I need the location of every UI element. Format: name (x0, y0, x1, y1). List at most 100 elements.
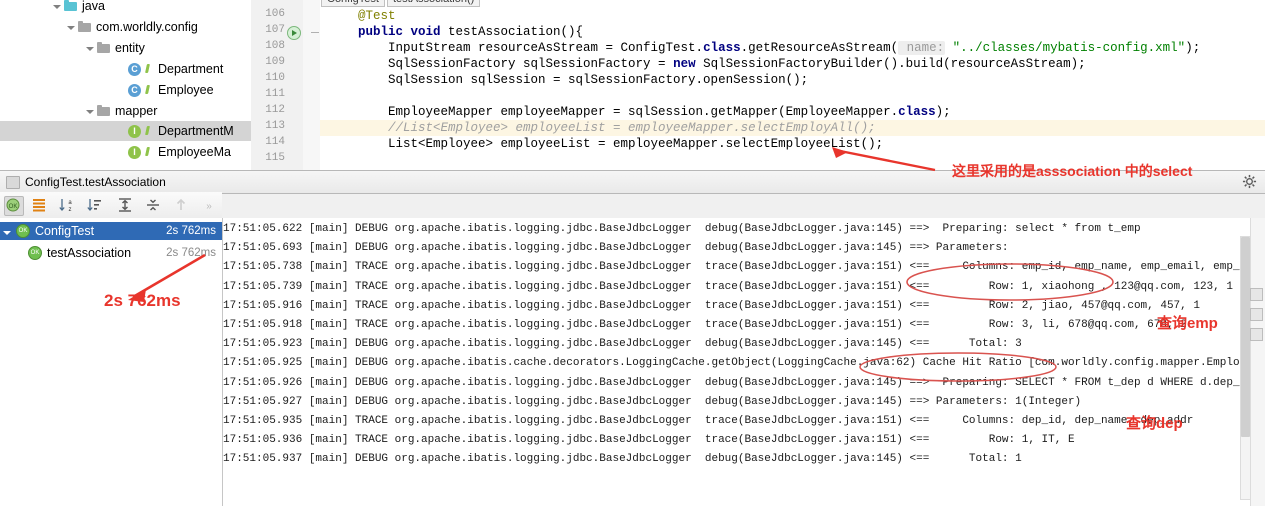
test-passed-icon (28, 246, 42, 260)
test-tree-row-testassociation[interactable]: testAssociation 2s 762ms (0, 244, 222, 262)
console-line: 17:51:05.937 [main] DEBUG org.apache.iba… (223, 453, 1022, 466)
java-class-icon: C (128, 62, 141, 76)
console-line: 17:51:05.916 [main] TRACE org.apache.iba… (223, 299, 1200, 312)
editor-gutter[interactable]: 106 107 108 109 110 111 112 113 114 115 (251, 0, 304, 170)
console-line: 17:51:05.936 [main] TRACE org.apache.iba… (223, 434, 1075, 447)
more-options-icon[interactable]: » (200, 196, 218, 214)
line-number: 115 (265, 152, 285, 164)
chevron-down-icon[interactable] (85, 43, 96, 54)
console-line: 17:51:05.738 [main] TRACE org.apache.iba… (223, 261, 1265, 274)
test-name: testAssociation (47, 246, 132, 260)
console-line: 17:51:05.918 [main] TRACE org.apache.iba… (223, 319, 1187, 331)
tree-node-employee-class[interactable]: C Employee (128, 80, 214, 100)
test-duration: 2s 762ms (166, 247, 216, 259)
line-number: 114 (265, 136, 285, 148)
chevron-down-icon[interactable] (66, 22, 77, 33)
code-line[interactable]: @Test (320, 8, 1265, 24)
console-line: 17:51:05.693 [main] DEBUG org.apache.iba… (223, 242, 1009, 255)
code-line[interactable] (320, 88, 1265, 104)
source-marker-icon (143, 84, 155, 96)
test-duration: 2s 762ms (166, 225, 216, 237)
chevron-down-icon[interactable] (52, 1, 63, 12)
tree-node-label: EmployeeMa (158, 145, 231, 159)
tree-node-java[interactable]: java (52, 0, 105, 16)
tree-node-label: com.worldly.config (96, 20, 198, 34)
tree-node-package[interactable]: com.worldly.config (66, 17, 198, 37)
tree-node-label: DepartmentM (158, 124, 234, 138)
line-number: 109 (265, 56, 285, 68)
editor-area: java com.worldly.config entity C Departm… (0, 0, 1265, 170)
line-number: 106 (265, 8, 285, 20)
source-marker-icon (143, 63, 155, 75)
console-output[interactable]: 17:51:05.622 [main] DEBUG org.apache.iba… (223, 218, 1265, 506)
code-line[interactable]: SqlSessionFactory sqlSessionFactory = ne… (320, 56, 1265, 72)
code-token: testAssociation(){ (440, 25, 584, 39)
tree-node-department-mapper[interactable]: I DepartmentM (0, 121, 251, 141)
code-line[interactable]: List<Employee> employeeList = employeeMa… (320, 136, 1265, 152)
code-token: InputStream resourceAsStream = ConfigTes… (328, 41, 704, 55)
code-token: class (703, 41, 741, 55)
code-line[interactable]: SqlSession sqlSession = sqlSessionFactor… (320, 72, 1265, 88)
code-line[interactable]: EmployeeMapper employeeMapper = sqlSessi… (320, 104, 1265, 120)
folder-icon (78, 20, 92, 33)
svg-text:a: a (68, 200, 72, 206)
fold-marker-icon[interactable] (311, 32, 319, 33)
java-class-icon: C (128, 83, 141, 97)
annotation-dep-note: 查询dep (1126, 415, 1183, 432)
editor-fold-column[interactable] (303, 0, 320, 170)
sort-alphabetically-icon[interactable]: az (58, 196, 76, 214)
code-editor[interactable]: ConfigTest testAssociation() 10610710810… (251, 0, 1265, 170)
code-token: class (898, 105, 936, 119)
expand-all-icon[interactable] (30, 196, 48, 214)
test-name: ConfigTest (35, 224, 95, 238)
tree-node-label: Department (158, 62, 224, 76)
test-tree-row-configtest[interactable]: ConfigTest 2s 762ms (0, 222, 222, 240)
svg-text:z: z (69, 207, 72, 213)
gear-icon[interactable] (1242, 174, 1257, 189)
up-arrow-icon[interactable] (172, 196, 190, 214)
project-tree[interactable]: java com.worldly.config entity C Departm… (0, 0, 251, 170)
annotation-duration-note: 2s 762ms (104, 291, 181, 310)
tree-node-label: entity (115, 41, 145, 55)
console-line: 17:51:05.923 [main] DEBUG org.apache.iba… (223, 338, 1022, 351)
expand-nodes-icon[interactable] (116, 196, 134, 214)
source-marker-icon (143, 146, 155, 158)
java-interface-icon: I (128, 145, 141, 159)
code-content[interactable]: @Test public void testAssociation(){ Inp… (320, 0, 1265, 170)
console-side-button-2[interactable] (1250, 308, 1263, 321)
console-side-button-1[interactable] (1250, 288, 1263, 301)
tree-node-employee-mapper[interactable]: I EmployeeMa (128, 142, 231, 162)
test-runner-toolbar[interactable]: OK az » (0, 192, 222, 219)
code-token: SqlSession sqlSession = sqlSessionFactor… (328, 73, 809, 87)
console-line: 17:51:05.925 [main] DEBUG org.apache.iba… (223, 357, 1265, 370)
code-line[interactable]: //List<Employee> employeeList = employee… (320, 120, 1265, 136)
run-test-icon[interactable] (287, 26, 301, 40)
code-token: List<Employee> employeeList = employeeMa… (328, 137, 884, 151)
tree-node-mapper[interactable]: mapper (85, 101, 157, 121)
collapse-nodes-icon[interactable] (144, 196, 162, 214)
code-token: @Test (328, 9, 396, 23)
tree-node-department-class[interactable]: C Department (128, 59, 223, 79)
console-side-button-3[interactable] (1250, 328, 1263, 341)
tree-node-entity[interactable]: entity (85, 38, 145, 58)
scrollbar-thumb[interactable] (1241, 237, 1250, 437)
console-line: 17:51:05.622 [main] DEBUG org.apache.iba… (223, 223, 1141, 235)
chevron-down-icon[interactable] (85, 106, 96, 117)
annotation-code-note: 这里采用的是asssociation 中的select (952, 163, 1193, 179)
console-line: 17:51:05.935 [main] TRACE org.apache.iba… (223, 415, 1194, 427)
code-line[interactable]: InputStream resourceAsStream = ConfigTes… (320, 40, 1265, 56)
folder-icon (97, 104, 111, 117)
sort-by-duration-icon[interactable] (86, 196, 104, 214)
code-token: new (673, 57, 696, 71)
code-token: //List<Employee> employeeList = employee… (328, 121, 876, 135)
show-passed-icon[interactable]: OK (4, 196, 24, 216)
console-line: 17:51:05.927 [main] DEBUG org.apache.iba… (223, 395, 1082, 408)
test-tree[interactable]: ConfigTest 2s 762ms testAssociation 2s 7… (0, 218, 223, 506)
code-line[interactable]: public void testAssociation(){ (320, 24, 1265, 40)
run-tool-window: ConfigTest.testAssociation OK a z » OK C… (0, 170, 1265, 506)
line-number: 108 (265, 40, 285, 52)
chevron-down-icon[interactable] (4, 225, 16, 237)
annotation-emp-note: 查询emp (1157, 315, 1218, 332)
